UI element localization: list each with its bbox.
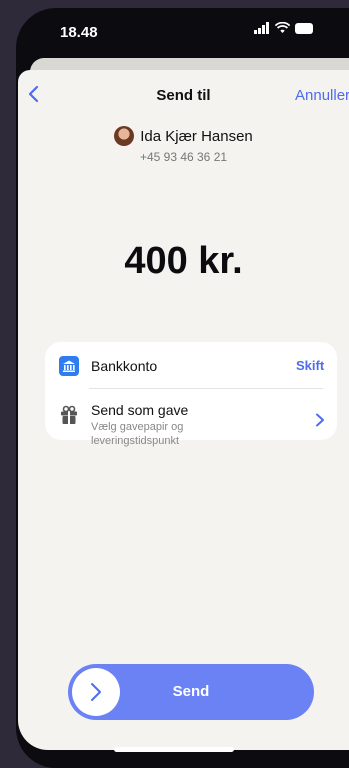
bank-account-row: Bankkonto Skift bbox=[45, 342, 337, 388]
bank-icon bbox=[59, 356, 79, 376]
signal-icon bbox=[254, 22, 269, 34]
recipient-name: Ida Kjær Hansen bbox=[140, 127, 253, 145]
cancel-button[interactable]: Annuller bbox=[295, 87, 349, 104]
avatar bbox=[114, 126, 135, 146]
gift-subtitle: Vælg gavepapir og leveringstidspunkt bbox=[91, 421, 184, 447]
send-slider-button[interactable]: Send bbox=[68, 664, 314, 720]
recipient-phone: +45 93 46 36 21 bbox=[139, 150, 228, 164]
amount-display: 400 kr. bbox=[124, 240, 243, 282]
chevron-right-icon bbox=[316, 413, 324, 427]
gift-icon bbox=[61, 405, 77, 424]
payment-options-card: Bankkonto Skift Send som gave Vælg gavep… bbox=[45, 342, 337, 447]
recipient-info: Ida Kjær Hansen +45 93 46 36 21 bbox=[18, 126, 349, 164]
wifi-icon bbox=[275, 22, 290, 33]
send-as-gift-row[interactable]: Send som gave Vælg gavepapir og levering… bbox=[45, 389, 337, 447]
send-label: Send bbox=[172, 683, 210, 700]
status-time: 18.48 bbox=[60, 24, 98, 41]
status-icons bbox=[254, 22, 315, 34]
home-indicator bbox=[114, 747, 234, 752]
battery-icon bbox=[295, 22, 313, 34]
status-bar: 18.48 bbox=[40, 22, 340, 46]
bank-account-label: Bankkonto bbox=[91, 358, 158, 374]
change-account-button[interactable]: Skift bbox=[296, 358, 324, 373]
send-sheet: Send til Annuller Ida Kjær Hansen +45 93… bbox=[18, 70, 349, 750]
gift-title: Send som gave bbox=[91, 402, 189, 418]
